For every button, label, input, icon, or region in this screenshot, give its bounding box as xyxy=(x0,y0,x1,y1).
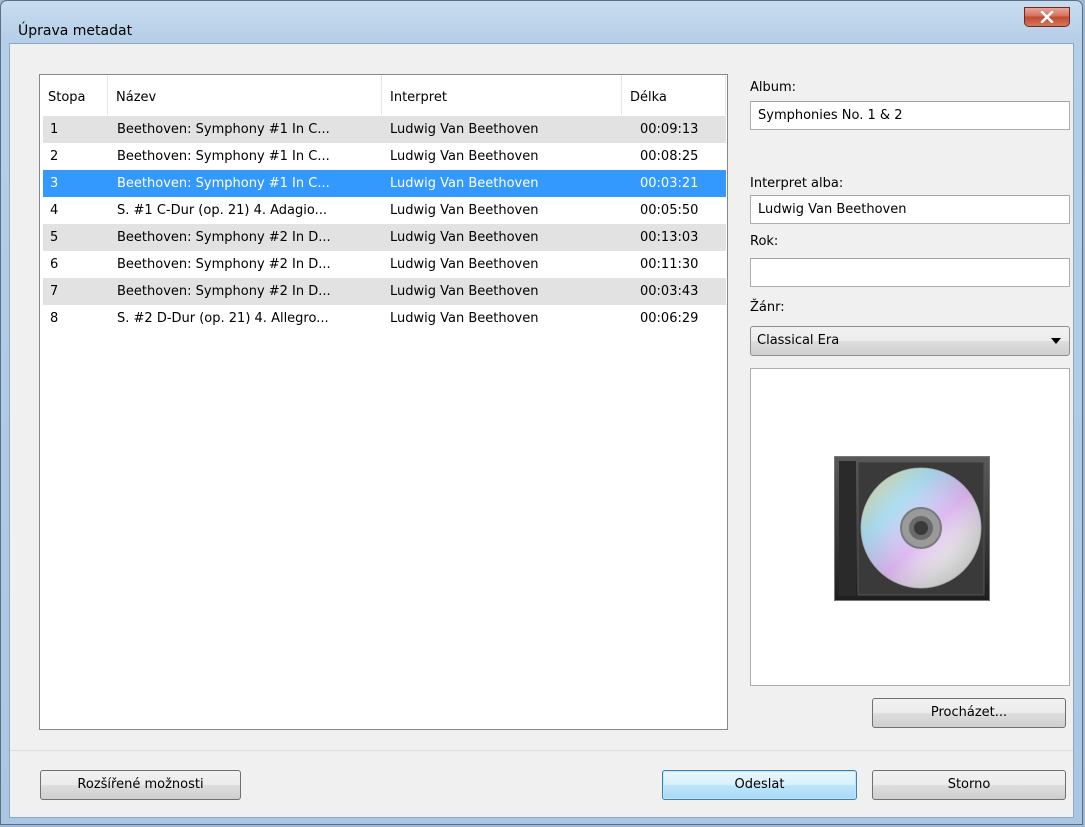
column-header-artist[interactable]: Interpret xyxy=(382,75,622,115)
track-list[interactable]: Stopa Název Interpret Délka 1 Beethoven: … xyxy=(39,74,728,730)
track-number-cell: 6 xyxy=(50,257,59,272)
track-length-cell: 00:11:30 xyxy=(640,257,699,272)
close-icon xyxy=(1040,11,1054,23)
track-length-cell: 00:13:03 xyxy=(640,230,699,245)
column-header-length[interactable]: Délka xyxy=(622,75,726,115)
table-row[interactable]: 6 Beethoven: Symphony #2 In D... Ludwig Va… xyxy=(43,251,726,278)
album-artist-field[interactable]: Ludwig Van Beethoven xyxy=(750,195,1070,224)
track-title-cell: S. #2 D-Dur (op. 21) 4. Allegro... xyxy=(117,311,329,326)
genre-dropdown[interactable]: Classical Era xyxy=(750,326,1070,356)
dialog-client-area: Stopa Název Interpret Délka 1 Beethoven: … xyxy=(9,43,1074,818)
column-header-title[interactable]: Název xyxy=(108,75,382,115)
track-number-cell: 4 xyxy=(50,203,59,218)
cancel-button[interactable]: Storno xyxy=(872,770,1066,800)
window-title: Úprava metadat xyxy=(18,23,133,39)
close-button[interactable] xyxy=(1024,7,1070,27)
table-row[interactable]: 5 Beethoven: Symphony #2 In D... Ludwig Va… xyxy=(43,224,726,251)
track-number-cell: 1 xyxy=(50,122,59,137)
table-row[interactable]: 4 S. #1 C-Dur (op. 21) 4. Adagio... Ludwig… xyxy=(43,197,726,224)
table-row[interactable]: 7 Beethoven: Symphony #2 In D... Ludwig Va… xyxy=(43,278,726,305)
chevron-down-icon xyxy=(1051,338,1061,344)
advanced-options-button[interactable]: Rozšířené možnosti xyxy=(40,770,241,800)
track-length-cell: 00:05:50 xyxy=(640,203,699,218)
track-length-cell: 00:08:25 xyxy=(640,149,699,164)
track-number-cell: 7 xyxy=(50,284,59,299)
track-length-cell: 00:03:43 xyxy=(640,284,699,299)
table-row[interactable]: 8 S. #2 D-Dur (op. 21) 4. Allegro... Ludwi… xyxy=(43,305,726,332)
track-number-cell: 2 xyxy=(50,149,59,164)
track-artist-cell: Ludwig Van Beethoven xyxy=(390,176,539,191)
title-bar[interactable]: Úprava metadat xyxy=(1,1,1082,39)
track-number-cell: 5 xyxy=(50,230,59,245)
column-header-track[interactable]: Stopa xyxy=(40,75,108,115)
album-artist-label: Interpret alba: xyxy=(750,176,844,191)
genre-label: Žánr: xyxy=(750,300,785,315)
track-list-rows: 1 Beethoven: Symphony #1 In C... Ludwig Va… xyxy=(43,116,726,332)
track-number-cell: 3 xyxy=(50,176,59,191)
track-length-cell: 00:03:21 xyxy=(640,176,699,191)
table-row[interactable]: 2 Beethoven: Symphony #1 In C... Ludwig Va… xyxy=(43,143,726,170)
track-list-header: Stopa Název Interpret Délka xyxy=(40,75,727,115)
album-label: Album: xyxy=(750,80,797,95)
track-title-cell: Beethoven: Symphony #2 In D... xyxy=(117,284,331,299)
track-artist-cell: Ludwig Van Beethoven xyxy=(390,257,539,272)
track-title-cell: Beethoven: Symphony #1 In C... xyxy=(117,176,330,191)
track-artist-cell: Ludwig Van Beethoven xyxy=(390,230,539,245)
table-row[interactable]: 1 Beethoven: Symphony #1 In C... Ludwig Va… xyxy=(43,116,726,143)
genre-dropdown-value: Classical Era xyxy=(757,333,840,348)
track-artist-cell: Ludwig Van Beethoven xyxy=(390,311,539,326)
track-title-cell: Beethoven: Symphony #2 In D... xyxy=(117,230,331,245)
cd-case-icon xyxy=(834,456,990,601)
track-title-cell: Beethoven: Symphony #1 In C... xyxy=(117,149,330,164)
track-number-cell: 8 xyxy=(50,311,59,326)
track-title-cell: Beethoven: Symphony #1 In C... xyxy=(117,122,330,137)
track-title-cell: S. #1 C-Dur (op. 21) 4. Adagio... xyxy=(117,203,327,218)
track-length-cell: 00:06:29 xyxy=(640,311,699,326)
track-artist-cell: Ludwig Van Beethoven xyxy=(390,284,539,299)
track-length-cell: 00:09:13 xyxy=(640,122,699,137)
album-art-area[interactable] xyxy=(750,368,1070,686)
track-artist-cell: Ludwig Van Beethoven xyxy=(390,203,539,218)
track-artist-cell: Ludwig Van Beethoven xyxy=(390,149,539,164)
browse-button[interactable]: Procházet... xyxy=(872,698,1066,728)
year-label: Rok: xyxy=(750,234,779,249)
dialog-footer: Rozšířené možnosti Odeslat Storno xyxy=(10,751,1073,817)
track-artist-cell: Ludwig Van Beethoven xyxy=(390,122,539,137)
submit-button[interactable]: Odeslat xyxy=(662,770,857,800)
track-title-cell: Beethoven: Symphony #2 In D... xyxy=(117,257,331,272)
table-row[interactable]: 3 Beethoven: Symphony #1 In C... Ludwig Va… xyxy=(43,170,726,197)
metadata-dialog: Úprava metadat Stopa Název Interpret Dél… xyxy=(0,0,1083,825)
year-field[interactable] xyxy=(750,258,1070,287)
album-field[interactable]: Symphonies No. 1 & 2 xyxy=(750,101,1070,130)
